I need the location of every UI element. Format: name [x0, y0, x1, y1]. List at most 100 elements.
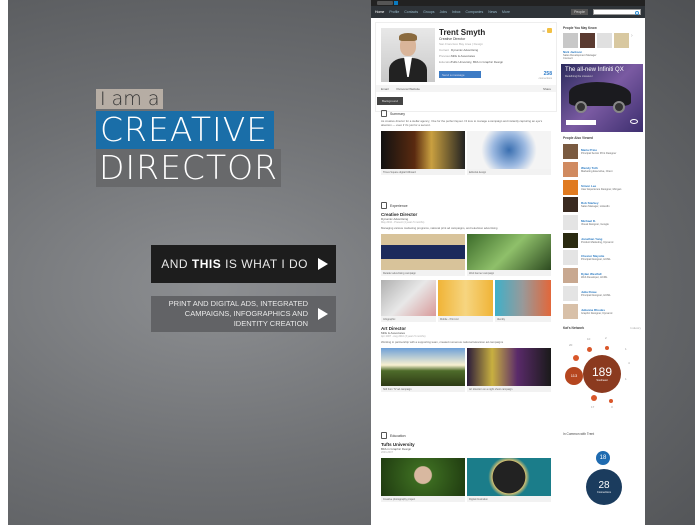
headline-director: DIRECTOR: [96, 149, 281, 187]
profile-card: Trent Smyth Creative Director San Franci…: [375, 22, 557, 112]
in-badge-icon: in: [542, 28, 545, 33]
nav-inbox[interactable]: Inbox: [452, 10, 461, 14]
media-thumb[interactable]: Digital illustration: [467, 458, 551, 502]
list-item[interactable]: Dylan Westfall Web Developer, HCML: [561, 267, 643, 285]
linkedin-profile-screenshot: Home Profile Contacts Groups Jobs Inbox …: [371, 0, 645, 525]
list-item[interactable]: Maria Price Principal Senior Print Design…: [561, 143, 643, 161]
bubble-center[interactable]: 189 Southeast: [583, 354, 621, 393]
media-thumb[interactable]: Art direction on a night shoot campaign: [467, 348, 551, 392]
bubble[interactable]: [591, 394, 597, 401]
bubble-work[interactable]: 18: [596, 450, 610, 465]
search-input[interactable]: [593, 9, 641, 15]
network-bubble-chart: 189 Southeast 113 20 10 2 1 4 1 17 3: [561, 333, 643, 428]
education-section: Education Tufts University BFA in Graphi…: [381, 432, 551, 502]
pymk-avatars: ›: [561, 33, 643, 48]
network-filter-dropdown[interactable]: Industry: [630, 326, 641, 331]
summary-icon: [381, 110, 387, 117]
experience-section: Experience Creative Director Dynamic Adv…: [381, 202, 551, 392]
linkedin-in-icon: [394, 1, 398, 5]
bubble[interactable]: [587, 346, 592, 352]
bubble[interactable]: [605, 345, 609, 350]
avatar: [563, 250, 578, 266]
profile-name: Trent Smyth: [439, 28, 486, 37]
summary-text: As creative director for a stellar agenc…: [381, 119, 543, 127]
connections-count: 258 connections: [538, 71, 552, 80]
summary-section: Summary As creative director for a stell…: [381, 110, 551, 175]
experience-icon: [381, 202, 387, 209]
nav-news[interactable]: News: [488, 10, 497, 14]
headline-creative: CREATIVE: [96, 111, 274, 149]
headline: I am a CREATIVE DIRECTOR: [96, 89, 281, 187]
media-thumb[interactable]: Editorial design: [467, 131, 551, 175]
avatar[interactable]: [614, 33, 629, 48]
nav-groups[interactable]: Groups: [423, 10, 434, 14]
bubble-colleges[interactable]: 113: [565, 366, 583, 385]
education-icon: [381, 432, 387, 439]
avatar[interactable]: [597, 33, 612, 48]
list-item[interactable]: Julianna Rhodes Graphic Designer, Dynamic: [561, 302, 643, 320]
avatar[interactable]: [563, 33, 578, 48]
nav-contacts[interactable]: Contacts: [404, 10, 418, 14]
infiniti-ad[interactable]: The all-new Infiniti QX Redefining the c…: [561, 64, 643, 132]
list-item[interactable]: Michael D. Visual Designer, Google: [561, 214, 643, 232]
contact-toolbar: Email Personal Website Share: [376, 85, 556, 92]
avatar: [563, 285, 578, 301]
avatar: [563, 179, 578, 195]
people-also-viewed-list: Maria Price Principal Senior Print Design…: [561, 143, 643, 320]
list-item[interactable]: Julia Rowe Principal Designer, HCML: [561, 285, 643, 303]
nav-home[interactable]: Home: [375, 10, 384, 14]
profile-location: San Francisco Bay Area | Design: [439, 42, 483, 46]
infiniti-logo-icon: [630, 119, 638, 124]
premium-badge-icon: [547, 28, 552, 33]
profile-facts: Current Dynamic Advertising PreviousMills…: [439, 48, 504, 64]
main-nav: Home Profile Contacts Groups Jobs Inbox …: [371, 6, 645, 18]
nav-companies[interactable]: Companies: [466, 10, 484, 14]
what-i-do-button[interactable]: AND THIS IS WHAT I DO: [151, 245, 336, 283]
services-button[interactable]: PRINT AND DIGITAL ADS, INTEGRATED CAMPAI…: [151, 296, 336, 332]
list-item[interactable]: Wendy Toth Marketing Executive, Client: [561, 161, 643, 179]
list-item[interactable]: Rob Starkey Sales Manager, LinkedIn: [561, 196, 643, 214]
media-thumb[interactable]: Identity: [495, 280, 551, 322]
profile-headline: Creative Director: [439, 37, 466, 41]
avatar: [563, 303, 578, 319]
profile-main: Trent Smyth Creative Director San Franci…: [375, 22, 557, 502]
media-thumb[interactable]: Creative photography project: [381, 458, 465, 502]
send-message-button[interactable]: Send a message: [439, 71, 481, 78]
nav-profile[interactable]: Profile: [389, 10, 399, 14]
share-button[interactable]: Share: [543, 87, 551, 91]
list-item[interactable]: Simon Lee User Experience Designer, Morga…: [561, 178, 643, 196]
ad-cta-button[interactable]: [566, 120, 596, 125]
bubble-connections[interactable]: 28 Connections: [586, 468, 622, 505]
in-common-chart: 18 28 Connections: [561, 439, 643, 519]
right-sidebar: People You May Know › Nick Jackson Sales…: [561, 22, 643, 519]
avatar: [563, 232, 578, 248]
headline-intro: I am a: [96, 89, 164, 109]
nav-jobs[interactable]: Jobs: [440, 10, 447, 14]
website-link[interactable]: Personal Website: [397, 87, 420, 91]
media-thumb[interactable]: Web banner campaign: [467, 234, 551, 276]
media-thumb[interactable]: Times Square digital billboard: [381, 131, 465, 175]
nav-more[interactable]: More: [502, 10, 510, 14]
search-scope-select[interactable]: People: [571, 9, 588, 15]
avatar: [563, 197, 578, 213]
play-arrow-icon: [318, 258, 328, 270]
connect-button[interactable]: Connect: [563, 57, 643, 60]
avatar: [563, 144, 578, 160]
list-item[interactable]: Jonathan Yang Product Marketing, Dynamic: [561, 231, 643, 249]
chevron-right-icon[interactable]: ›: [631, 33, 633, 48]
list-item[interactable]: Chester Mayotte Principal Designer, HCML: [561, 249, 643, 267]
media-thumb[interactable]: Retailer advertising campaign: [381, 234, 465, 276]
media-thumb[interactable]: Infographic: [381, 280, 436, 322]
media-thumb[interactable]: Still from TV ad campaign: [381, 348, 465, 392]
avatar: [563, 215, 578, 231]
avatar: [563, 162, 578, 178]
bubble[interactable]: [573, 354, 579, 361]
background-tab[interactable]: Background: [377, 97, 404, 105]
bubble[interactable]: [609, 398, 613, 403]
media-thumb[interactable]: Mobile - Print Ad: [438, 280, 493, 322]
avatar: [563, 268, 578, 284]
linkedin-logo: [377, 1, 393, 5]
avatar[interactable]: [580, 33, 595, 48]
email-dropdown[interactable]: Email: [381, 87, 389, 91]
play-arrow-icon: [318, 308, 328, 320]
